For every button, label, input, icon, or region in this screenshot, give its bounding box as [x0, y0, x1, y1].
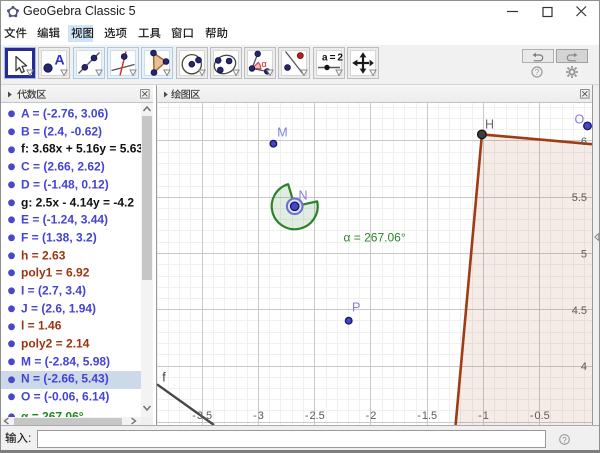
svg-text:?: ? [535, 67, 540, 77]
svg-text:α: α [262, 59, 267, 69]
svg-text:- 1: - 1 [478, 410, 489, 422]
svg-text:O: O [575, 113, 585, 127]
svg-text:- 0.5: - 0.5 [530, 410, 550, 422]
svg-text:- 1.5: - 1.5 [417, 410, 437, 422]
svg-text:4.5: 4.5 [572, 305, 587, 317]
svg-text:α = 267.06°: α = 267.06° [344, 231, 406, 245]
svg-text:A: A [55, 52, 65, 68]
svg-text:- 3.5: - 3.5 [192, 410, 212, 422]
svg-text:?: ? [562, 436, 567, 445]
svg-text:M: M [277, 126, 287, 140]
svg-text:H: H [485, 118, 494, 132]
svg-text:6: 6 [581, 136, 587, 148]
svg-text:5.5: 5.5 [572, 192, 587, 204]
svg-text:P: P [352, 301, 360, 315]
svg-text:f: f [162, 371, 166, 385]
svg-text:5: 5 [581, 249, 587, 261]
svg-text:- 2: - 2 [366, 410, 377, 422]
svg-text:- 3: - 3 [253, 410, 264, 422]
svg-text:4: 4 [581, 361, 587, 373]
svg-text:- 2.5: - 2.5 [305, 410, 325, 422]
svg-text:a = 2: a = 2 [322, 53, 343, 64]
